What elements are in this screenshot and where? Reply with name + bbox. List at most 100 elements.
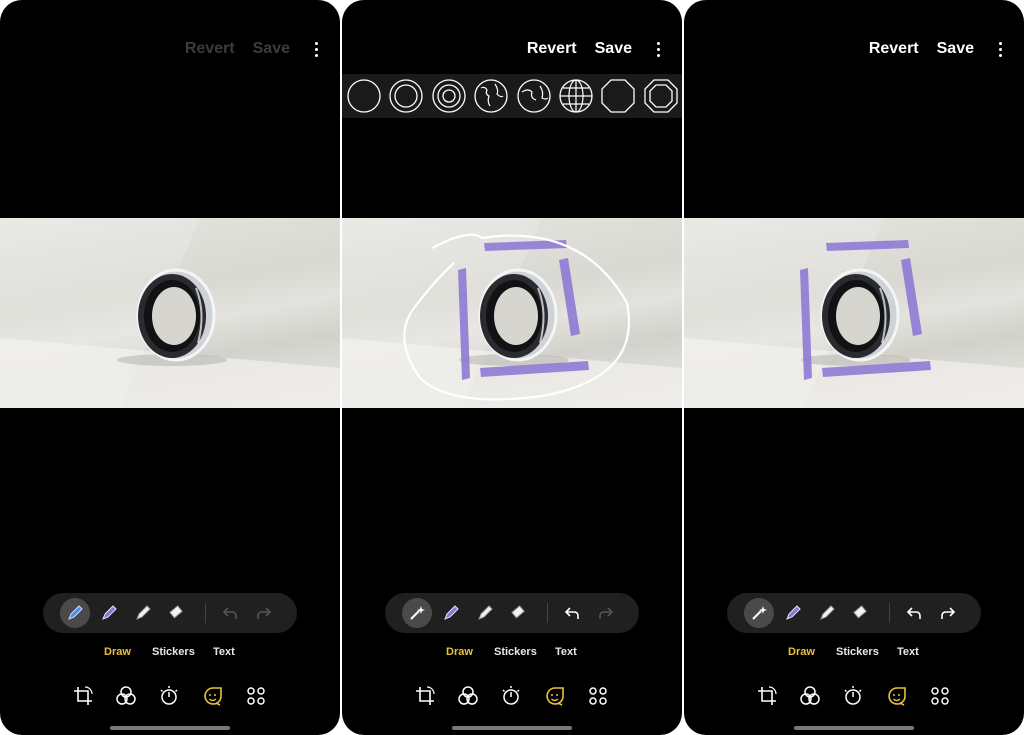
double-circle-shape-icon[interactable] [388, 78, 424, 114]
undo-icon [906, 607, 921, 619]
more-options-icon[interactable] [992, 38, 1008, 60]
tab-stickers[interactable]: Stickers [836, 646, 879, 658]
photo-canvas[interactable] [684, 218, 1024, 408]
top-action-bar: Revert Save [869, 38, 1024, 60]
highlighter-tool-button[interactable] [94, 598, 124, 628]
magic-pen-icon [410, 606, 425, 620]
shape-magic-tool-button[interactable] [744, 598, 774, 628]
undo-button[interactable] [557, 598, 587, 628]
undo-icon [222, 607, 237, 619]
tab-stickers[interactable]: Stickers [494, 646, 537, 658]
drawing-toolbar [727, 593, 981, 633]
bottom-nav [342, 684, 682, 710]
marker-icon [478, 605, 493, 620]
crop-rotate-icon[interactable] [413, 684, 437, 708]
editor-panel-after: Revert Save Draw Stickers Text [684, 0, 1024, 735]
photo-canvas[interactable] [342, 218, 682, 408]
redo-icon [257, 607, 272, 619]
redo-button[interactable] [933, 598, 963, 628]
circle-shape-icon[interactable] [346, 78, 382, 114]
shape-picker [342, 74, 682, 118]
triple-circle-shape-icon[interactable] [431, 78, 467, 114]
highlighter-icon [786, 605, 801, 620]
tab-draw[interactable]: Draw [104, 646, 131, 658]
grid-globe-shape-icon[interactable] [558, 78, 594, 114]
highlighter-tool-button[interactable] [436, 598, 466, 628]
purple-brackets [800, 240, 931, 380]
double-octagon-shape-icon[interactable] [643, 78, 679, 114]
tab-text[interactable]: Text [213, 646, 235, 658]
redo-icon [599, 607, 614, 619]
crop-rotate-icon[interactable] [71, 684, 95, 708]
bottom-nav [0, 684, 340, 710]
decorations-icon[interactable] [201, 684, 225, 708]
home-indicator[interactable] [794, 726, 914, 730]
tab-draw[interactable]: Draw [446, 646, 473, 658]
pen-tool-button[interactable] [60, 598, 90, 628]
toolbar-divider [205, 603, 206, 623]
octagon-shape-icon[interactable] [600, 78, 636, 114]
drawing-toolbar [43, 593, 297, 633]
mode-tabs: Draw Stickers Text [342, 646, 682, 662]
pen-icon [68, 605, 83, 620]
more-tools-icon[interactable] [244, 684, 268, 708]
photo-canvas[interactable] [0, 218, 340, 408]
eraser-tool-button[interactable] [162, 598, 192, 628]
revert-button[interactable]: Revert [527, 40, 577, 58]
redo-button[interactable] [591, 598, 621, 628]
marker-icon [820, 605, 835, 620]
annotation-layer [403, 233, 630, 401]
globe-shape-icon[interactable] [473, 78, 509, 114]
decorations-icon[interactable] [885, 684, 909, 708]
filters-icon[interactable] [798, 684, 822, 708]
home-indicator[interactable] [452, 726, 572, 730]
eraser-tool-button[interactable] [504, 598, 534, 628]
eraser-tool-button[interactable] [846, 598, 876, 628]
top-action-bar: Revert Save [527, 38, 682, 60]
adjust-icon[interactable] [841, 684, 865, 708]
editor-panel-before: Revert Save Draw Stickers Text [0, 0, 340, 735]
tab-draw[interactable]: Draw [788, 646, 815, 658]
undo-button[interactable] [215, 598, 245, 628]
filters-icon[interactable] [456, 684, 480, 708]
crop-rotate-icon[interactable] [755, 684, 779, 708]
more-tools-icon[interactable] [928, 684, 952, 708]
shape-magic-tool-button[interactable] [402, 598, 432, 628]
save-button[interactable]: Save [595, 40, 632, 58]
tab-text[interactable]: Text [897, 646, 919, 658]
annotation-layer [800, 240, 931, 380]
freehand-circle [403, 233, 630, 401]
mode-tabs: Draw Stickers Text [684, 646, 1024, 662]
decorations-icon[interactable] [543, 684, 567, 708]
save-button[interactable]: Save [253, 40, 290, 58]
marker-tool-button[interactable] [470, 598, 500, 628]
marker-tool-button[interactable] [812, 598, 842, 628]
home-indicator[interactable] [110, 726, 230, 730]
save-button[interactable]: Save [937, 40, 974, 58]
eraser-icon [511, 605, 525, 619]
top-action-bar: Revert Save [185, 38, 340, 60]
adjust-icon[interactable] [499, 684, 523, 708]
eraser-icon [169, 605, 183, 619]
undo-button[interactable] [899, 598, 929, 628]
more-tools-icon[interactable] [586, 684, 610, 708]
globe-2-shape-icon[interactable] [516, 78, 552, 114]
revert-button[interactable]: Revert [869, 40, 919, 58]
revert-button[interactable]: Revert [185, 40, 235, 58]
more-options-icon[interactable] [308, 38, 324, 60]
mode-tabs: Draw Stickers Text [0, 646, 340, 662]
highlighter-tool-button[interactable] [778, 598, 808, 628]
tab-stickers[interactable]: Stickers [152, 646, 195, 658]
redo-button[interactable] [249, 598, 279, 628]
tab-text[interactable]: Text [555, 646, 577, 658]
marker-tool-button[interactable] [128, 598, 158, 628]
more-options-icon[interactable] [650, 38, 666, 60]
purple-brackets [458, 240, 589, 380]
highlighter-icon [102, 605, 117, 620]
adjust-icon[interactable] [157, 684, 181, 708]
toolbar-divider [547, 603, 548, 623]
magic-pen-icon [752, 606, 767, 620]
marker-icon [136, 605, 151, 620]
editor-panel-drawing: Revert Save Draw Stickers Text [342, 0, 682, 735]
filters-icon[interactable] [114, 684, 138, 708]
